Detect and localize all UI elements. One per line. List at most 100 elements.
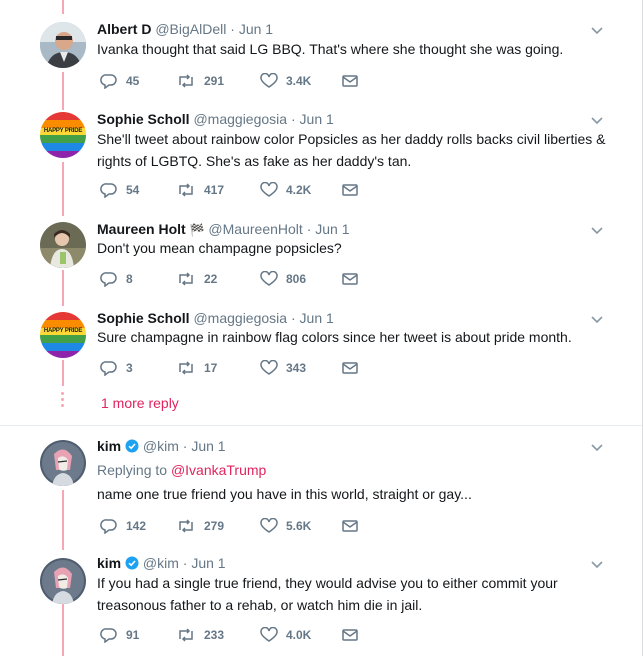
tweet[interactable]: kim @kim · Jun 1 If you had a single tru…	[0, 544, 642, 656]
heart-icon	[260, 182, 278, 197]
checkered-flag-icon: 🏁	[189, 223, 205, 237]
chevron-down-icon[interactable]	[590, 440, 604, 454]
tweet-header: kim @kim · Jun 1	[97, 437, 226, 455]
avatar[interactable]	[40, 22, 86, 68]
retweet-icon	[179, 74, 193, 88]
author-name[interactable]: Sophie Scholl	[97, 111, 190, 127]
author-name[interactable]: Sophie Scholl	[97, 310, 190, 326]
author-name[interactable]: kim	[97, 555, 121, 571]
tweet-date[interactable]: Jun 1	[300, 111, 334, 127]
tweet-text: Ivanka thought that said LG BBQ. That's …	[97, 41, 564, 57]
tweet-date[interactable]: Jun 1	[191, 555, 225, 571]
retweet-count: 22	[204, 272, 218, 286]
retweet-count: 291	[204, 74, 225, 88]
like-count: 4.2K	[286, 183, 312, 197]
retweet-icon	[179, 183, 193, 197]
tweet-header: Sophie Scholl @maggiegosia · Jun 1	[97, 110, 334, 128]
reply-icon	[100, 272, 117, 287]
message-button[interactable]	[342, 72, 366, 90]
retweet-count: 233	[204, 628, 225, 642]
author-name[interactable]: Albert D	[97, 21, 151, 37]
author-handle[interactable]: @kim	[143, 438, 179, 454]
mention-link[interactable]: @IvankaTrump	[171, 462, 266, 478]
separator-dot: ·	[182, 438, 188, 454]
like-button[interactable]: 4.2K	[260, 181, 311, 199]
retweet-icon	[179, 628, 193, 642]
retweet-button[interactable]: 17	[176, 359, 217, 377]
tweet-date[interactable]: Jun 1	[315, 221, 349, 237]
tweet-date[interactable]: Jun 1	[300, 310, 334, 326]
message-button[interactable]	[342, 270, 366, 288]
heart-icon	[260, 360, 278, 375]
reply-button[interactable]: 3	[100, 359, 133, 377]
heart-icon	[260, 271, 278, 286]
author-name[interactable]: Maureen Holt	[97, 221, 186, 237]
reply-icon	[100, 519, 117, 534]
verified-badge-icon	[125, 439, 139, 453]
reply-count: 91	[126, 628, 140, 642]
chevron-down-icon[interactable]	[590, 223, 604, 237]
avatar[interactable]	[40, 222, 86, 268]
avatar[interactable]	[40, 440, 86, 486]
author-handle[interactable]: @maggiegosia	[193, 111, 287, 127]
tweet[interactable]: Maureen Holt 🏁 @MaureenHolt · Jun 1 Don'…	[0, 210, 642, 300]
chevron-down-icon[interactable]	[590, 113, 604, 127]
author-name[interactable]: kim	[97, 438, 121, 454]
author-handle[interactable]: @MaureenHolt	[208, 221, 302, 237]
envelope-icon	[342, 184, 358, 196]
chevron-down-icon[interactable]	[590, 557, 604, 571]
tweet-text: name one true friend you have in this wo…	[97, 486, 472, 502]
avatar[interactable]: HAPPY PRIDE	[40, 312, 86, 358]
avatar[interactable]: HAPPY PRIDE	[40, 112, 86, 158]
envelope-icon	[342, 273, 358, 285]
retweet-button[interactable]: 291	[176, 72, 224, 90]
retweet-count: 279	[204, 519, 225, 533]
retweet-count: 417	[204, 183, 225, 197]
like-button[interactable]: 806	[260, 270, 306, 288]
reply-count: 45	[126, 74, 140, 88]
like-button[interactable]: 4.0K	[260, 626, 311, 644]
reply-icon	[100, 183, 117, 198]
message-button[interactable]	[342, 626, 366, 644]
like-count: 3.4K	[286, 74, 312, 88]
more-replies-dots	[61, 392, 64, 410]
reply-button[interactable]: 142	[100, 517, 146, 535]
avatar[interactable]	[40, 558, 86, 604]
retweet-button[interactable]: 279	[176, 517, 224, 535]
reply-button[interactable]: 8	[100, 270, 133, 288]
more-replies-link[interactable]: 1 more reply	[101, 395, 179, 411]
like-button[interactable]: 3.4K	[260, 72, 311, 90]
chevron-down-icon[interactable]	[590, 23, 604, 37]
message-button[interactable]	[342, 517, 366, 535]
reply-button[interactable]: 91	[100, 626, 139, 644]
chevron-down-icon[interactable]	[590, 312, 604, 326]
retweet-button[interactable]: 417	[176, 181, 224, 199]
retweet-button[interactable]: 233	[176, 626, 224, 644]
like-button[interactable]: 343	[260, 359, 306, 377]
message-button[interactable]	[342, 181, 366, 199]
heart-icon	[260, 627, 278, 642]
like-count: 5.6K	[286, 519, 312, 533]
reply-count: 8	[126, 272, 133, 286]
tweet[interactable]: HAPPY PRIDE Sophie Scholl @maggiegosia ·…	[0, 300, 642, 385]
tweet[interactable]: HAPPY PRIDE Sophie Scholl @maggiegosia ·…	[0, 100, 642, 210]
retweet-button[interactable]: 22	[176, 270, 217, 288]
reply-count: 54	[126, 183, 140, 197]
tweet-actions: 45 291 3.4K	[100, 72, 380, 90]
tweet-date[interactable]: Jun 1	[191, 438, 225, 454]
tweet[interactable]: Albert D @BigAlDell · Jun 1 Ivanka thoug…	[0, 0, 642, 100]
envelope-icon	[342, 629, 358, 641]
reply-button[interactable]: 45	[100, 72, 139, 90]
author-handle[interactable]: @kim	[143, 555, 179, 571]
reply-button[interactable]: 54	[100, 181, 139, 199]
author-handle[interactable]: @maggiegosia	[193, 310, 287, 326]
tweet-date[interactable]: Jun 1	[239, 21, 273, 37]
like-button[interactable]: 5.6K	[260, 517, 311, 535]
separator-dot: ·	[290, 111, 296, 127]
reply-count: 3	[126, 361, 133, 375]
author-handle[interactable]: @BigAlDell	[155, 21, 226, 37]
message-button[interactable]	[342, 359, 366, 377]
like-count: 343	[286, 361, 307, 375]
tweet[interactable]: kim @kim · Jun 1 Replying to @IvankaTrum…	[0, 426, 642, 544]
heart-icon	[260, 73, 278, 88]
